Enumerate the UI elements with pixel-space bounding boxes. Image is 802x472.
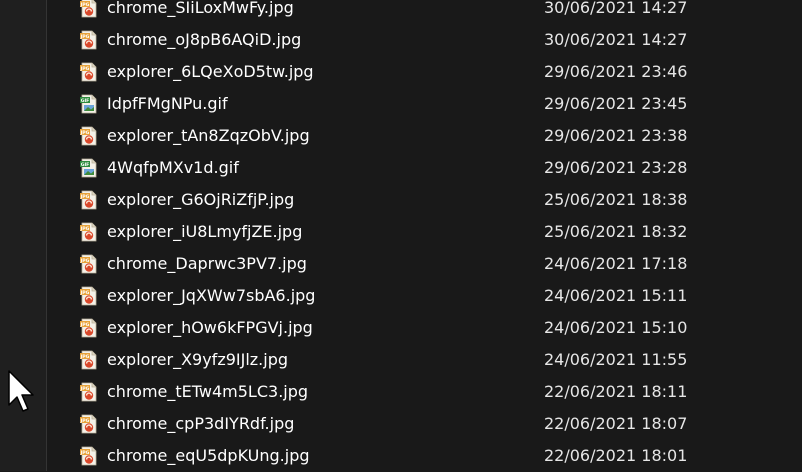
file-name: chrome_Daprwc3PV7.jpg (107, 254, 307, 273)
file-row[interactable]: JPG explorer_6LQeXoD5tw.jpg 29/06/2021 2… (47, 56, 802, 88)
file-row[interactable]: JPG explorer_hOw6kFPGVj.jpg 24/06/2021 1… (47, 312, 802, 344)
file-name: explorer_6LQeXoD5tw.jpg (107, 62, 314, 81)
file-date-modified: 22/06/2021 18:01 (544, 446, 688, 465)
file-date-modified: 24/06/2021 15:11 (544, 286, 688, 305)
svg-text:JPG: JPG (80, 34, 90, 40)
jpg-image-icon: JPG (80, 30, 97, 50)
svg-text:JPG: JPG (80, 194, 90, 200)
file-date-modified: 24/06/2021 11:55 (544, 350, 688, 369)
jpg-image-icon: JPG (80, 446, 97, 466)
gif-image-icon: GIF (80, 94, 97, 114)
svg-text:JPG: JPG (80, 130, 90, 136)
file-name: explorer_iU8LmyfjZE.jpg (107, 222, 303, 241)
file-date-modified: 30/06/2021 14:27 (544, 30, 688, 49)
svg-text:JPG: JPG (80, 418, 90, 424)
file-date-modified: 22/06/2021 18:07 (544, 414, 688, 433)
svg-text:GIF: GIF (81, 98, 90, 104)
file-row[interactable]: JPG chrome_cpP3dIYRdf.jpg 22/06/2021 18:… (47, 408, 802, 440)
svg-text:GIF: GIF (81, 162, 90, 168)
file-name: explorer_JqXWw7sbA6.jpg (107, 286, 316, 305)
gif-image-icon: GIF (80, 158, 97, 178)
file-name: chrome_tETw4m5LC3.jpg (107, 382, 309, 401)
file-name: explorer_G6OjRiZfjP.jpg (107, 190, 295, 209)
file-row[interactable]: GIF 4WqfpMXv1d.gif 29/06/2021 23:28 (47, 152, 802, 184)
file-row[interactable]: JPG explorer_X9yfz9IJlz.jpg 24/06/2021 1… (47, 344, 802, 376)
file-name: explorer_X9yfz9IJlz.jpg (107, 350, 289, 369)
file-list: JPG chrome_SIiLoxMwFy.jpg 30/06/2021 14:… (47, 0, 802, 472)
file-date-modified: 29/06/2021 23:46 (544, 62, 688, 81)
file-date-modified: 22/06/2021 18:11 (544, 382, 688, 401)
file-date-modified: 29/06/2021 23:28 (544, 158, 688, 177)
file-date-modified: 25/06/2021 18:38 (544, 190, 688, 209)
file-name: chrome_cpP3dIYRdf.jpg (107, 414, 295, 433)
jpg-image-icon: JPG (80, 318, 97, 338)
file-date-modified: 24/06/2021 17:18 (544, 254, 688, 273)
svg-text:JPG: JPG (80, 2, 90, 8)
file-date-modified: 29/06/2021 23:45 (544, 94, 688, 113)
svg-text:JPG: JPG (80, 322, 90, 328)
svg-text:JPG: JPG (80, 226, 90, 232)
file-date-modified: 25/06/2021 18:32 (544, 222, 688, 241)
jpg-image-icon: JPG (80, 190, 97, 210)
jpg-image-icon: JPG (80, 222, 97, 242)
file-name: chrome_SIiLoxMwFy.jpg (107, 0, 294, 17)
svg-text:JPG: JPG (80, 258, 90, 264)
jpg-image-icon: JPG (80, 126, 97, 146)
mouse-pointer-icon (8, 370, 34, 412)
file-name: explorer_hOw6kFPGVj.jpg (107, 318, 313, 337)
svg-text:JPG: JPG (80, 66, 90, 72)
file-list-pane[interactable]: JPG chrome_SIiLoxMwFy.jpg 30/06/2021 14:… (47, 0, 802, 471)
file-date-modified: 29/06/2021 23:38 (544, 126, 688, 145)
jpg-image-icon: JPG (80, 350, 97, 370)
jpg-image-icon: JPG (80, 414, 97, 434)
svg-text:JPG: JPG (80, 386, 90, 392)
svg-text:JPG: JPG (80, 354, 90, 360)
file-row[interactable]: JPG chrome_SIiLoxMwFy.jpg 30/06/2021 14:… (47, 0, 802, 24)
file-row[interactable]: JPG chrome_tETw4m5LC3.jpg 22/06/2021 18:… (47, 376, 802, 408)
file-row[interactable]: JPG chrome_Daprwc3PV7.jpg 24/06/2021 17:… (47, 248, 802, 280)
jpg-image-icon: JPG (80, 382, 97, 402)
file-row[interactable]: GIF IdpfFMgNPu.gif 29/06/2021 23:45 (47, 88, 802, 120)
svg-text:JPG: JPG (80, 290, 90, 296)
file-name: chrome_oJ8pB6AQiD.jpg (107, 30, 302, 49)
file-row[interactable]: JPG explorer_tAn8ZqzObV.jpg 29/06/2021 2… (47, 120, 802, 152)
file-name: 4WqfpMXv1d.gif (107, 158, 239, 177)
jpg-image-icon: JPG (80, 62, 97, 82)
file-date-modified: 30/06/2021 14:27 (544, 0, 688, 17)
file-row[interactable]: JPG chrome_oJ8pB6AQiD.jpg 30/06/2021 14:… (47, 24, 802, 56)
file-name: IdpfFMgNPu.gif (107, 94, 228, 113)
jpg-image-icon: JPG (80, 254, 97, 274)
jpg-image-icon: JPG (80, 0, 97, 18)
file-row[interactable]: JPG explorer_iU8LmyfjZE.jpg 25/06/2021 1… (47, 216, 802, 248)
file-name: explorer_tAn8ZqzObV.jpg (107, 126, 310, 145)
jpg-image-icon: JPG (80, 286, 97, 306)
file-row[interactable]: JPG explorer_JqXWw7sbA6.jpg 24/06/2021 1… (47, 280, 802, 312)
file-name: chrome_eqU5dpKUng.jpg (107, 446, 310, 465)
file-row[interactable]: JPG explorer_G6OjRiZfjP.jpg 25/06/2021 1… (47, 184, 802, 216)
file-date-modified: 24/06/2021 15:10 (544, 318, 688, 337)
svg-text:JPG: JPG (80, 450, 90, 456)
file-row[interactable]: JPG chrome_eqU5dpKUng.jpg 22/06/2021 18:… (47, 440, 802, 472)
